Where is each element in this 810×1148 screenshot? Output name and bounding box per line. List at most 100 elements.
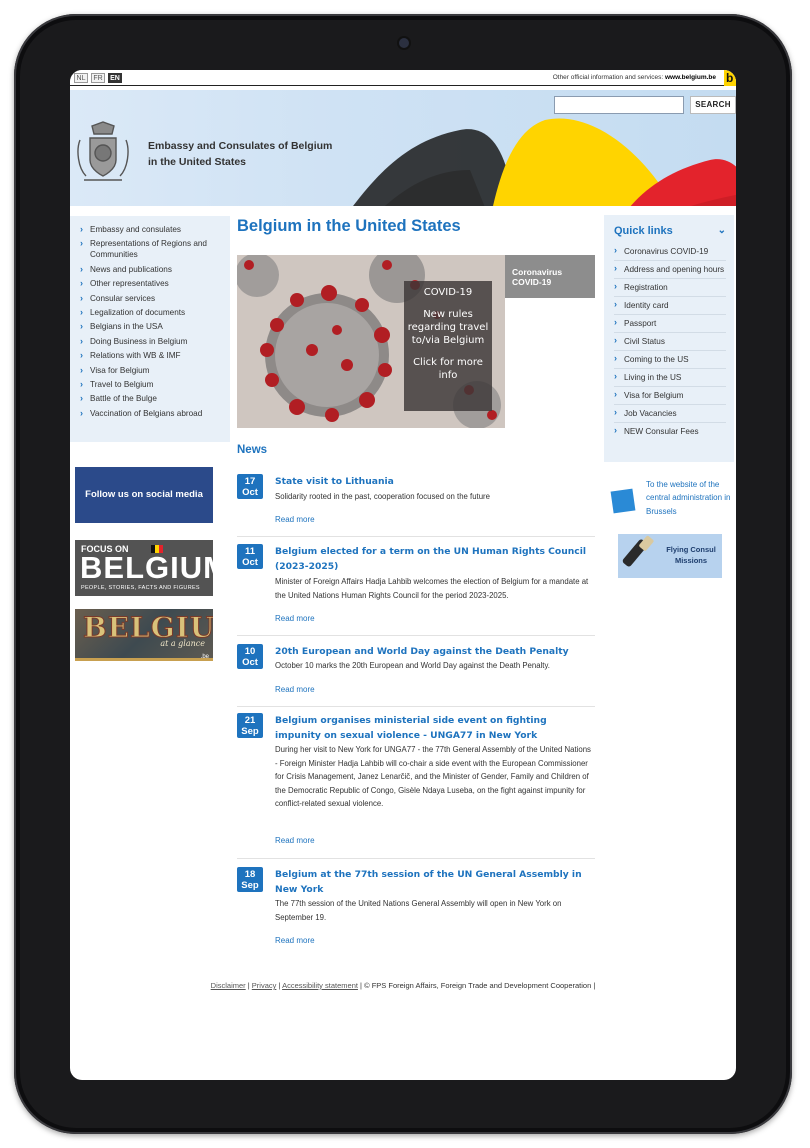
sidebar-item-legalization[interactable]: › Legalization of documents: [70, 307, 230, 318]
lang-fr[interactable]: FR: [91, 73, 105, 83]
quick-links-panel: Quick links ⌄ › Coronavirus COVID-19 › Add…: [604, 215, 734, 462]
central-administration-link[interactable]: To the website of the central administra…: [610, 476, 736, 524]
chevron-right-icon: ›: [80, 278, 83, 289]
belgium-at-a-glance-banner[interactable]: BELGIUM at a glance .be: [75, 609, 213, 661]
news-summary: The 77th session of the United Nations G…: [275, 899, 562, 922]
page-title: Belgium in the United States: [237, 217, 461, 235]
flag-brushstroke-image: [353, 118, 736, 206]
chevron-right-icon: ›: [80, 364, 83, 375]
flying-consul-text: Flying Consul Missions: [666, 545, 716, 565]
sidebar-item-travel[interactable]: › Travel to Belgium: [70, 379, 230, 390]
official-info-text: Other official information and services:: [552, 74, 664, 81]
chevron-right-icon: ›: [614, 335, 617, 345]
news-item: 21 Sep Belgium organises ministerial side…: [237, 713, 595, 849]
footer-disclaimer-link[interactable]: Disclaimer: [211, 981, 246, 990]
quick-link-passport[interactable]: › Passport: [614, 315, 726, 333]
chevron-right-icon: ›: [614, 281, 617, 291]
quick-links-title: Quick links: [614, 225, 673, 237]
quick-link-living-in-us[interactable]: › Living in the US: [614, 369, 726, 387]
sidebar-item-bulge[interactable]: › Battle of the Bulge: [70, 393, 230, 404]
sidebar-item-representations[interactable]: › Representations of Regions and Communit…: [70, 238, 230, 260]
quick-link-visa[interactable]: › Visa for Belgium: [614, 387, 726, 405]
news-title-link[interactable]: 20th European and World Day against the …: [275, 644, 595, 659]
read-more-link[interactable]: Read more: [275, 685, 315, 694]
news-title-link[interactable]: Belgium organises ministerial side event…: [275, 713, 595, 743]
chevron-right-icon: ›: [80, 306, 83, 317]
covid-info-overlay[interactable]: COVID-19 New rules regarding travel to/v…: [404, 281, 492, 411]
quick-link-covid[interactable]: › Coronavirus COVID-19: [614, 243, 726, 261]
news-item: 18 Sep Belgium at the 77th session of the…: [237, 867, 595, 949]
chevron-right-icon: ›: [80, 350, 83, 361]
quick-links-header[interactable]: Quick links ⌄: [614, 225, 726, 237]
lang-en[interactable]: EN: [108, 73, 122, 83]
quick-link-consular-fees[interactable]: › NEW Consular Fees: [614, 423, 726, 440]
search-button[interactable]: SEARCH: [690, 96, 736, 114]
sidebar-item-other-reps[interactable]: › Other representatives: [70, 278, 230, 289]
read-more-link[interactable]: Read more: [275, 936, 315, 945]
sidebar-nav: › Embassy and consulates › Representations…: [70, 216, 230, 442]
sidebar-item-news[interactable]: › News and publications: [70, 264, 230, 275]
coronavirus-tab-line2: COVID-19: [512, 277, 552, 287]
news-title-link[interactable]: Belgium elected for a term on the UN Hum…: [275, 544, 595, 574]
quick-link-civil-status[interactable]: › Civil Status: [614, 333, 726, 351]
date-badge: 11 Oct: [237, 544, 263, 569]
news-title-link[interactable]: State visit to Lithuania: [275, 474, 595, 489]
sidebar-item-embassy[interactable]: › Embassy and consulates: [70, 224, 230, 235]
search-input[interactable]: [554, 96, 684, 114]
social-media-button[interactable]: Follow us on social media: [75, 467, 213, 523]
quick-link-identity-card[interactable]: › Identity card: [614, 297, 726, 315]
chevron-right-icon: ›: [614, 245, 617, 255]
news-divider: [237, 635, 595, 636]
quick-link-registration[interactable]: › Registration: [614, 279, 726, 297]
chevron-right-icon: ›: [614, 407, 617, 417]
sidebar-item-business[interactable]: › Doing Business in Belgium: [70, 336, 230, 347]
sidebar-item-vaccination[interactable]: › Vaccination of Belgians abroad: [70, 408, 230, 419]
chevron-right-icon: ›: [80, 224, 83, 234]
news-summary: Minister of Foreign Affairs Hadja Lahbib…: [275, 577, 589, 600]
flying-consul-banner[interactable]: Flying Consul Missions: [618, 534, 722, 578]
chevron-right-icon: ›: [614, 371, 617, 381]
date-badge: 17 Oct: [237, 474, 263, 499]
chevron-right-icon: ›: [80, 378, 83, 389]
belgium-map-icon: [610, 488, 636, 514]
chevron-right-icon: ›: [80, 263, 83, 274]
sidebar-item-wb-imf[interactable]: › Relations with WB & IMF: [70, 350, 230, 361]
belgium-be-logo[interactable]: b: [724, 70, 736, 86]
site-title[interactable]: Embassy and Consulates of Belgium in the…: [148, 138, 332, 170]
news-title-link[interactable]: Belgium at the 77th session of the UN Ge…: [275, 867, 595, 897]
read-more-link[interactable]: Read more: [275, 836, 315, 845]
chevron-right-icon: ›: [80, 238, 83, 249]
read-more-link[interactable]: Read more: [275, 614, 315, 623]
sidebar-item-consular[interactable]: › Consular services: [70, 293, 230, 304]
footer-privacy-link[interactable]: Privacy: [252, 981, 277, 990]
read-more-link[interactable]: Read more: [275, 515, 315, 524]
chevron-right-icon: ›: [80, 321, 83, 332]
quick-link-jobs[interactable]: › Job Vacancies: [614, 405, 726, 423]
news-item: 17 Oct State visit to Lithuania Solidarit…: [237, 474, 595, 526]
covid-overlay-title: COVID-19: [423, 287, 473, 298]
lang-nl[interactable]: NL: [74, 73, 88, 83]
utility-bar: NL FR EN Other official information and …: [70, 70, 736, 86]
coronavirus-tab-line1: Coronavirus: [512, 267, 563, 277]
belgium-be-link[interactable]: www.belgium.be: [665, 74, 716, 81]
coronavirus-tab[interactable]: Coronavirus COVID-19: [505, 255, 595, 298]
quick-link-coming-to-us[interactable]: › Coming to the US: [614, 351, 726, 369]
covid-banner-image[interactable]: COVID-19 New rules regarding travel to/v…: [237, 255, 505, 428]
sidebar-item-visa[interactable]: › Visa for Belgium: [70, 365, 230, 376]
news-item: 10 Oct 20th European and World Day agains…: [237, 644, 595, 696]
news-divider: [237, 536, 595, 537]
chevron-right-icon: ›: [614, 263, 617, 273]
quick-link-address[interactable]: › Address and opening hours: [614, 261, 726, 279]
chevron-right-icon: ›: [614, 389, 617, 399]
chevron-right-icon: ›: [80, 292, 83, 303]
chevron-right-icon: ›: [614, 317, 617, 327]
news-heading: News: [237, 444, 268, 456]
focus-on-belgium-banner[interactable]: FOCUS ON BELGIUM PEOPLE, STORIES, FACTS …: [75, 540, 229, 596]
footer-copyright: © FPS Foreign Affairs, Foreign Trade and…: [364, 981, 592, 990]
footer-accessibility-link[interactable]: Accessibility statement: [282, 981, 358, 990]
chevron-right-icon: ›: [614, 425, 617, 435]
chevron-right-icon: ›: [80, 335, 83, 346]
header-banner: SEARCH Embassy and Consulates of Belgium…: [70, 90, 736, 206]
chevron-down-icon: ⌄: [717, 225, 726, 236]
sidebar-item-belgians-usa[interactable]: › Belgians in the USA: [70, 321, 230, 332]
